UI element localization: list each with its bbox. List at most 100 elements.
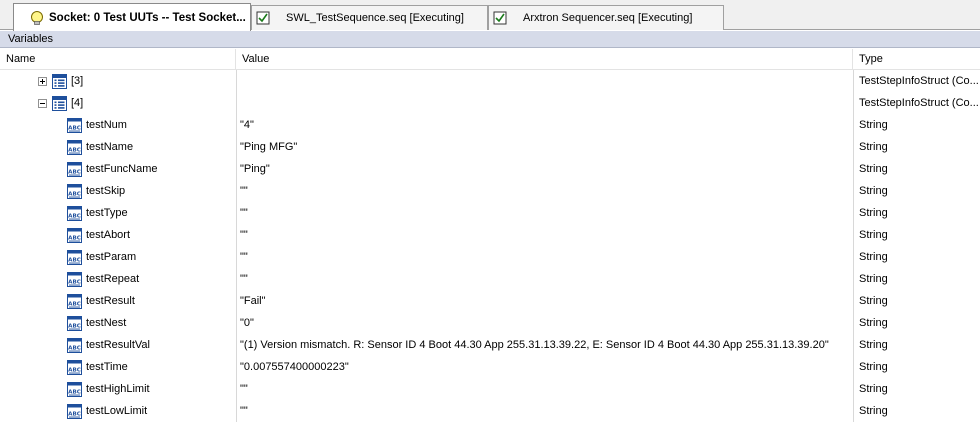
value-cell[interactable]: "": [236, 202, 853, 224]
value-cell[interactable]: "": [236, 400, 853, 422]
value-cell[interactable]: "0.007557400000223": [236, 356, 853, 378]
variable-name: testLowLimit: [86, 405, 148, 417]
column-divider: [236, 70, 237, 422]
tree-row-string[interactable]: ABC testHighLimit "" String: [0, 378, 980, 400]
value-cell[interactable]: "Ping": [236, 158, 853, 180]
variable-name: testTime: [86, 361, 128, 373]
variable-name: testRepeat: [86, 273, 140, 285]
tree-row-string[interactable]: ABC testSkip "" String: [0, 180, 980, 202]
tree-row-string[interactable]: ABC testResultVal "(1) Version mismatch. R…: [0, 334, 980, 356]
value-cell[interactable]: [236, 92, 853, 114]
string-type-icon: ABC: [67, 118, 82, 136]
name-cell: ABC testNest: [0, 312, 236, 334]
string-type-icon: ABC: [67, 382, 82, 400]
column-header: Name Value Type: [0, 49, 980, 70]
tree-row-string[interactable]: ABC testLowLimit "" String: [0, 400, 980, 422]
type-cell: String: [859, 141, 888, 153]
string-type-icon: ABC: [67, 140, 82, 158]
type-cell: TestStepInfoStruct (Co...: [859, 97, 979, 109]
tab-label: Arxtron Sequencer.seq [Executing]: [523, 12, 693, 24]
value-cell[interactable]: "4": [236, 114, 853, 136]
variable-name: testName: [86, 141, 134, 153]
tree-row-string[interactable]: ABC testFuncName "Ping" String: [0, 158, 980, 180]
variable-name: testResultVal: [86, 339, 150, 351]
variable-name: testResult: [86, 295, 135, 307]
type-cell: String: [859, 229, 888, 241]
type-cell: String: [859, 317, 888, 329]
string-type-icon: ABC: [67, 404, 82, 422]
value-cell[interactable]: "": [236, 268, 853, 290]
name-cell: ABC testHighLimit: [0, 378, 236, 400]
name-cell: ABC testFuncName: [0, 158, 236, 180]
type-cell: String: [859, 207, 888, 219]
type-cell: String: [859, 295, 888, 307]
variable-name: testNum: [86, 119, 127, 131]
string-type-icon: ABC: [67, 272, 82, 290]
string-type-icon: ABC: [67, 184, 82, 202]
document-tab-strip: Socket: 0 Test UUTs -- Test Socket... SW…: [0, 0, 980, 31]
tab-swl-testsequence[interactable]: SWL_TestSequence.seq [Executing]: [251, 5, 488, 30]
type-cell: TestStepInfoStruct (Co...: [859, 75, 979, 87]
string-type-icon: ABC: [67, 338, 82, 356]
tree-row-struct[interactable]: [3] TestStepInfoStruct (Co...: [0, 70, 980, 92]
value-cell[interactable]: "": [236, 224, 853, 246]
tree-row-string[interactable]: ABC testParam "" String: [0, 246, 980, 268]
variable-name: [3]: [71, 75, 84, 87]
variables-pane-title: Variables: [0, 31, 980, 48]
variable-name: testType: [86, 207, 128, 219]
tree-row-string[interactable]: ABC testName "Ping MFG" String: [0, 136, 980, 158]
string-type-icon: ABC: [67, 316, 82, 334]
string-type-icon: ABC: [67, 162, 82, 180]
tab-arxtron-sequencer[interactable]: Arxtron Sequencer.seq [Executing]: [488, 5, 724, 30]
struct-container-icon: [52, 96, 67, 114]
expand-plus-icon[interactable]: [38, 77, 47, 86]
name-cell: ABC testTime: [0, 356, 236, 378]
value-cell[interactable]: "": [236, 246, 853, 268]
tree-row-struct[interactable]: [4] TestStepInfoStruct (Co...: [0, 92, 980, 114]
tree-row-string[interactable]: ABC testType "" String: [0, 202, 980, 224]
name-cell: ABC testAbort: [0, 224, 236, 246]
value-cell[interactable]: "(1) Version mismatch. R: Sensor ID 4 Bo…: [236, 334, 853, 356]
struct-container-icon: [52, 74, 67, 92]
string-type-icon: ABC: [67, 206, 82, 224]
column-header-type[interactable]: Type: [853, 49, 980, 70]
tree-row-string[interactable]: ABC testAbort "" String: [0, 224, 980, 246]
name-cell: ABC testType: [0, 202, 236, 224]
type-cell: String: [859, 273, 888, 285]
column-header-value[interactable]: Value: [236, 49, 853, 70]
bulb-icon: [29, 10, 45, 26]
value-cell[interactable]: "Fail": [236, 290, 853, 312]
sequence-file-icon: [256, 11, 270, 25]
type-cell: String: [859, 119, 888, 131]
name-cell: ABC testResult: [0, 290, 236, 312]
tree-row-string[interactable]: ABC testNest "0" String: [0, 312, 980, 334]
column-divider: [853, 70, 854, 422]
type-cell: String: [859, 339, 888, 351]
column-header-name[interactable]: Name: [0, 49, 236, 70]
tab-label: Socket: 0 Test UUTs -- Test Socket...: [49, 11, 246, 24]
variable-name: testHighLimit: [86, 383, 150, 395]
name-cell: ABC testParam: [0, 246, 236, 268]
type-cell: String: [859, 251, 888, 263]
string-type-icon: ABC: [67, 250, 82, 268]
tree-row-string[interactable]: ABC testRepeat "" String: [0, 268, 980, 290]
name-cell: ABC testSkip: [0, 180, 236, 202]
string-type-icon: ABC: [67, 294, 82, 312]
tree-row-string[interactable]: ABC testTime "0.007557400000223" String: [0, 356, 980, 378]
name-cell: ABC testRepeat: [0, 268, 236, 290]
variable-name: [4]: [71, 97, 84, 109]
string-type-icon: ABC: [67, 228, 82, 246]
name-cell: [3]: [0, 70, 236, 92]
value-cell[interactable]: "0": [236, 312, 853, 334]
tree-row-string[interactable]: ABC testResult "Fail" String: [0, 290, 980, 312]
value-cell[interactable]: [236, 70, 853, 92]
variable-name: testAbort: [86, 229, 131, 241]
collapse-minus-icon[interactable]: [38, 99, 47, 108]
string-type-icon: ABC: [67, 360, 82, 378]
tab-socket-0[interactable]: Socket: 0 Test UUTs -- Test Socket...: [13, 3, 251, 31]
value-cell[interactable]: "Ping MFG": [236, 136, 853, 158]
variables-tree: [3] TestStepInfoStruct (Co... [4] TestStepI…: [0, 70, 980, 422]
tree-row-string[interactable]: ABC testNum "4" String: [0, 114, 980, 136]
value-cell[interactable]: "": [236, 378, 853, 400]
value-cell[interactable]: "": [236, 180, 853, 202]
